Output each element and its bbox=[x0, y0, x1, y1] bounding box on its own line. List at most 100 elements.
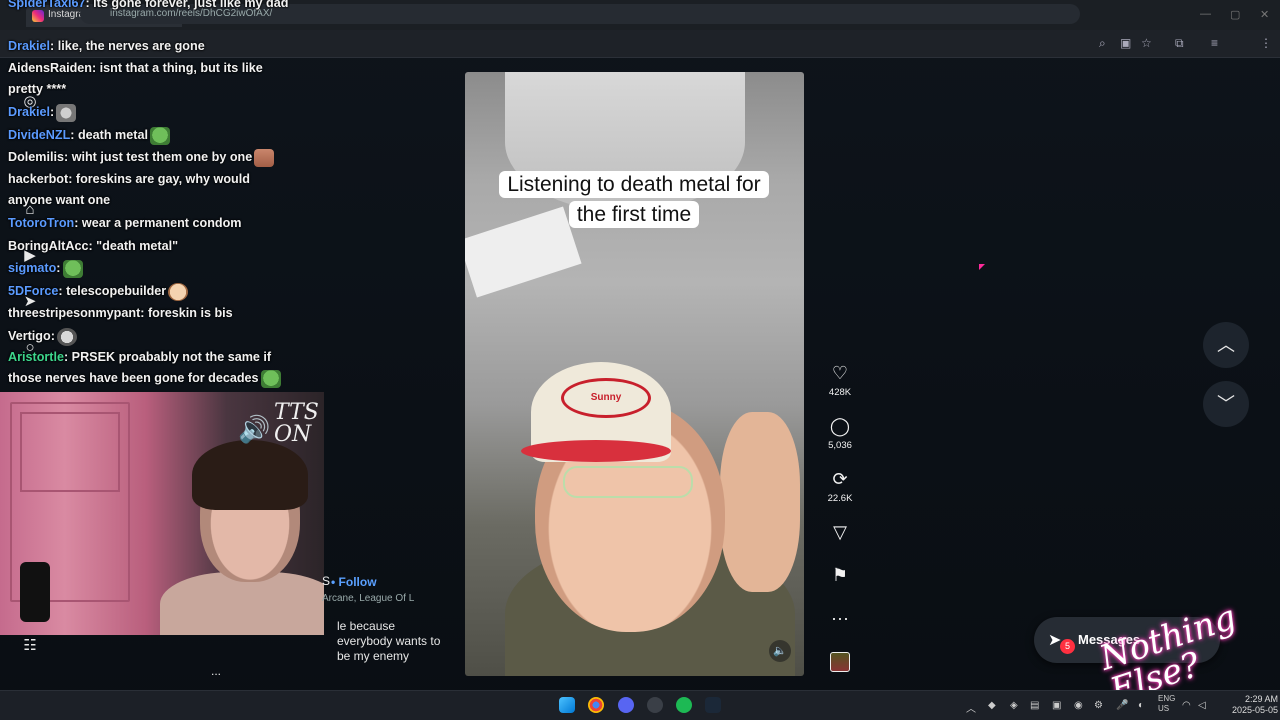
pepe-emote-icon bbox=[260, 369, 281, 388]
tray-app2-icon[interactable]: ▣ bbox=[1052, 700, 1061, 711]
chrome-icon[interactable] bbox=[588, 697, 604, 713]
tts-label: TTS ON bbox=[274, 400, 319, 447]
tray-shield-icon[interactable]: ◈ bbox=[1010, 700, 1018, 711]
comment-button[interactable]: ◯ 5,036 bbox=[820, 415, 860, 451]
clock-time: 2:29 AM bbox=[1245, 694, 1279, 704]
mouse-cursor bbox=[979, 264, 985, 270]
chevron-up-icon[interactable]: ︿ bbox=[1217, 335, 1235, 355]
cap-logo: Sunny bbox=[561, 378, 651, 418]
save-button[interactable]: ⚑ bbox=[820, 564, 860, 586]
tray-app3-icon[interactable]: ◉ bbox=[1074, 700, 1083, 711]
tray-app-icon[interactable]: ◆ bbox=[988, 700, 996, 711]
install-app-icon[interactable]: ▣ bbox=[1120, 36, 1131, 50]
chat-text: : death metal bbox=[70, 128, 148, 142]
spotify-icon[interactable] bbox=[676, 697, 692, 713]
chat-text: : bbox=[50, 105, 55, 119]
chat-message: Drakiel: like, the nerves are gone bbox=[8, 35, 205, 57]
repost-icon[interactable]: ⟳ bbox=[820, 468, 860, 490]
reel-caption: le because everybody wants to be my enem… bbox=[211, 619, 451, 679]
maximize-button[interactable]: ▢ bbox=[1230, 8, 1240, 21]
face-emote-icon bbox=[254, 148, 275, 167]
language-indicator[interactable]: ENG US bbox=[1158, 694, 1175, 714]
tray-mic-icon[interactable]: 🎤 bbox=[1116, 700, 1128, 711]
chat-message: Drakiel: bbox=[8, 101, 77, 123]
reel-author[interactable]: S bbox=[322, 574, 330, 588]
like-button[interactable]: ♡ 428K bbox=[820, 362, 860, 398]
chat-message: DivideNZL: death metal bbox=[8, 124, 170, 146]
audio-thumbnail[interactable] bbox=[830, 652, 850, 672]
follow-button[interactable]: • Follow bbox=[331, 575, 377, 589]
tts-indicator: 🔊 TTS ON bbox=[236, 400, 322, 454]
system-clock[interactable]: 2:29 AM 2025-05-05 bbox=[1232, 694, 1278, 716]
chat-text: : bbox=[50, 329, 55, 343]
volume-icon[interactable]: ◁ bbox=[1198, 700, 1206, 711]
chat-message: SpiderTaxi67: its gone forever, just lik… bbox=[8, 0, 288, 14]
person-fist bbox=[720, 412, 800, 592]
next-reel-button[interactable]: ﹀ bbox=[1203, 381, 1249, 427]
steam-icon[interactable] bbox=[705, 697, 721, 713]
tray-app4-icon[interactable]: ⚙ bbox=[1094, 700, 1103, 711]
chevron-down-icon[interactable]: ﹀ bbox=[1217, 394, 1235, 414]
start-windows-icon[interactable] bbox=[559, 697, 575, 713]
chat-username: Drakiel bbox=[8, 39, 51, 53]
reel-music[interactable]: Arcane, League Of L bbox=[322, 593, 414, 604]
ellipsis-icon[interactable]: ··· bbox=[820, 607, 860, 629]
chat-username: hackerbot bbox=[8, 172, 69, 186]
clock-date: 2025-05-05 bbox=[1232, 705, 1279, 715]
chat-message: TotoroTron: wear a permanent condom bbox=[8, 212, 241, 234]
chat-message: Vertigo: bbox=[8, 325, 77, 347]
person-glasses bbox=[563, 466, 693, 498]
follow-label[interactable]: Follow bbox=[339, 575, 377, 589]
chat-text: : wear a permanent condom bbox=[74, 216, 242, 230]
zoom-icon[interactable]: ⌕ bbox=[1099, 36, 1106, 51]
comment-count: 5,036 bbox=[828, 440, 852, 451]
more-menu-icon[interactable]: ☷ bbox=[20, 636, 40, 656]
speaker-icon: 🔊 bbox=[238, 414, 271, 444]
chat-message: AidensRaiden: isnt that a thing, but its… bbox=[8, 58, 278, 100]
like-count: 428K bbox=[828, 387, 852, 398]
share-button[interactable]: ▽ bbox=[820, 521, 860, 543]
chat-message: sigmato: bbox=[8, 257, 83, 279]
chat-text: : telescopebuilder bbox=[58, 284, 167, 298]
discord-icon[interactable] bbox=[618, 697, 634, 713]
tray-chevron-up-icon[interactable]: ︿ bbox=[966, 700, 976, 715]
lang-region: US bbox=[1158, 704, 1170, 713]
taskbar bbox=[0, 690, 1280, 720]
webcam-door-panel bbox=[20, 412, 120, 492]
chat-username: Dolemilis bbox=[8, 150, 64, 164]
minimize-button[interactable]: — bbox=[1200, 8, 1211, 20]
reel-video[interactable]: Sunny Listening to death metal for the f… bbox=[465, 72, 804, 676]
shocked-emote-icon bbox=[168, 282, 189, 301]
webcam-microphone bbox=[20, 562, 50, 622]
reading-list-icon[interactable]: ≡ bbox=[1211, 36, 1218, 50]
chat-username: 5DForce bbox=[8, 284, 59, 298]
more-options-button[interactable]: ··· bbox=[820, 607, 860, 629]
close-window-button[interactable]: ✕ bbox=[1260, 8, 1269, 21]
tray-network-icon[interactable]: ◐ bbox=[1138, 700, 1144, 711]
caption-line: le because everybody wants to be my enem… bbox=[337, 619, 441, 663]
chat-message: 5DForce: telescopebuilder bbox=[8, 280, 189, 302]
chat-username: DivideNZL bbox=[8, 128, 71, 142]
screen: Instagram ✕ + — ▢ ✕ instagram.com/reels/… bbox=[0, 0, 1280, 720]
comment-icon[interactable]: ◯ bbox=[820, 415, 860, 437]
chat-text: : foreskin is bis bbox=[140, 306, 233, 320]
chat-message: hackerbot: foreskins are gay, why would … bbox=[8, 169, 278, 211]
mute-button[interactable]: 🔈 bbox=[769, 640, 791, 662]
chat-username: TotoroTron bbox=[8, 216, 75, 230]
bookmark-star-icon[interactable]: ☆ bbox=[1141, 36, 1152, 50]
chat-text: : like, the nerves are gone bbox=[50, 39, 205, 53]
browser-menu-icon[interactable]: ⋮ bbox=[1260, 36, 1272, 50]
chat-text: : its gone forever, just like my dad bbox=[85, 0, 289, 10]
caption-more[interactable]: ... bbox=[211, 664, 451, 679]
send-icon[interactable]: ▽ bbox=[820, 521, 860, 543]
previous-reel-button[interactable]: ︿ bbox=[1203, 322, 1249, 368]
video-text-overlay: Listening to death metal for the first t… bbox=[489, 170, 779, 230]
obs-icon[interactable] bbox=[647, 697, 663, 713]
repost-button[interactable]: ⟳ 22.6K bbox=[820, 468, 860, 504]
extensions-icon[interactable]: ⧉ bbox=[1175, 36, 1184, 51]
heart-icon[interactable]: ♡ bbox=[820, 362, 860, 384]
tray-folder-icon[interactable]: ▤ bbox=[1030, 700, 1039, 711]
wifi-icon[interactable]: ◠ bbox=[1182, 700, 1191, 711]
messages-badge: 5 bbox=[1060, 639, 1075, 654]
bookmark-icon[interactable]: ⚑ bbox=[820, 564, 860, 586]
